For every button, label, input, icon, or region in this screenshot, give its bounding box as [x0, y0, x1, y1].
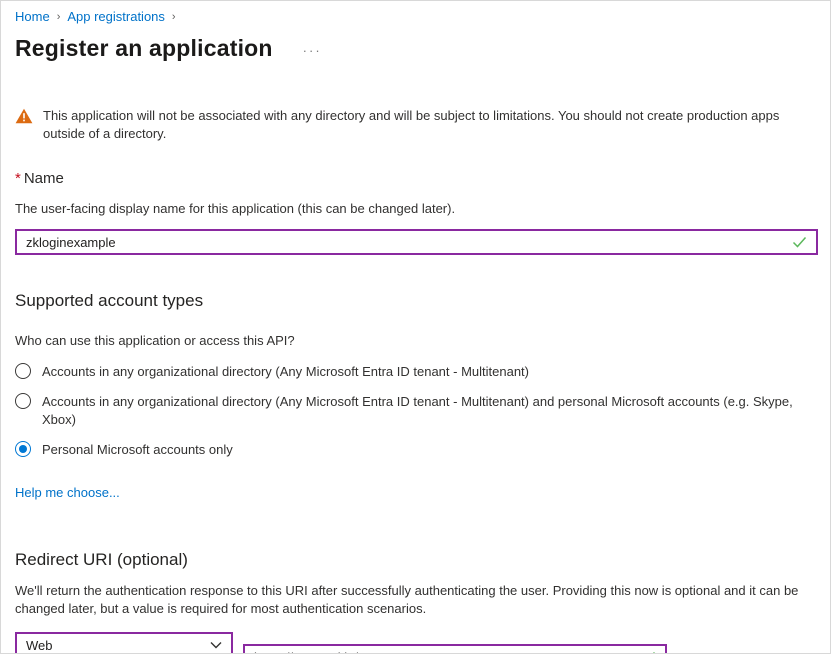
chevron-right-icon: ›: [172, 9, 176, 25]
account-types-question: Who can use this application or access t…: [15, 333, 816, 349]
radio-option-label: Accounts in any organizational directory…: [42, 363, 529, 381]
radio-button-selected-icon[interactable]: [15, 441, 31, 457]
name-field-label: *Name: [15, 170, 816, 188]
warning-banner: This application will not be associated …: [15, 107, 816, 143]
platform-select-value: Web: [26, 638, 53, 653]
name-field-description: The user-facing display name for this ap…: [15, 201, 816, 217]
radio-option-label: Accounts in any organizational directory…: [42, 393, 814, 429]
name-label-text: Name: [24, 170, 64, 187]
required-asterisk: *: [15, 170, 21, 187]
radio-option-label: Personal Microsoft accounts only: [42, 441, 233, 459]
register-application-page: Home › App registrations › Register an a…: [0, 0, 831, 654]
redirect-uri-description: We'll return the authentication response…: [15, 582, 815, 618]
name-input-value: zkloginexample: [26, 235, 116, 250]
redirect-uri-value: https://www.sui.io/: [254, 650, 358, 654]
supported-account-types-heading: Supported account types: [15, 291, 816, 311]
chevron-down-icon: [210, 636, 222, 654]
radio-button-icon[interactable]: [15, 393, 31, 409]
warning-triangle-icon: [15, 108, 33, 143]
radio-option-multitenant-personal[interactable]: Accounts in any organizational directory…: [15, 393, 816, 429]
radio-option-personal-only[interactable]: Personal Microsoft accounts only: [15, 441, 816, 459]
radio-option-multitenant[interactable]: Accounts in any organizational directory…: [15, 363, 816, 381]
warning-text: This application will not be associated …: [43, 107, 816, 143]
more-menu-icon[interactable]: ···: [303, 43, 322, 58]
radio-button-icon[interactable]: [15, 363, 31, 379]
breadcrumb-home-link[interactable]: Home: [15, 9, 50, 25]
breadcrumb: Home › App registrations ›: [15, 9, 816, 25]
page-title: Register an application: [15, 34, 273, 62]
name-input[interactable]: zkloginexample: [15, 229, 818, 255]
chevron-right-icon: ›: [57, 9, 61, 25]
valid-check-icon: [792, 236, 807, 248]
redirect-uri-heading: Redirect URI (optional): [15, 550, 816, 570]
breadcrumb-app-registrations-link[interactable]: App registrations: [67, 9, 165, 25]
platform-select[interactable]: Web: [15, 632, 233, 654]
redirect-uri-input[interactable]: https://www.sui.io/: [243, 644, 667, 654]
help-me-choose-link[interactable]: Help me choose...: [15, 485, 120, 500]
